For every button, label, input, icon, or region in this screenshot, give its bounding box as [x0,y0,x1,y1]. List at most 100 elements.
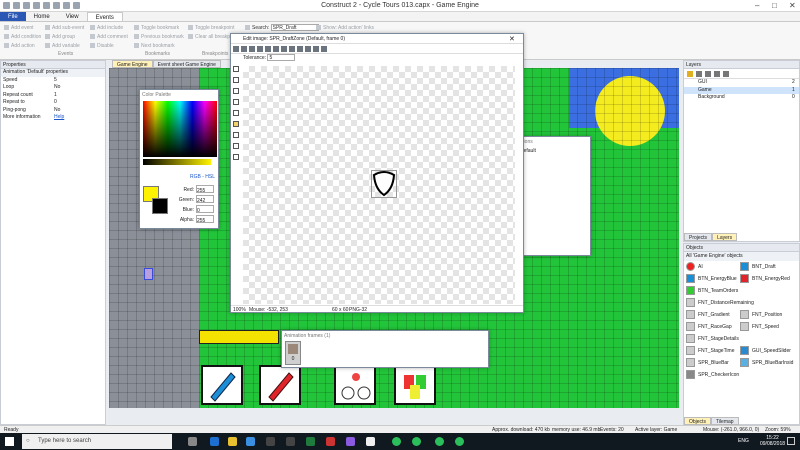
excel-icon[interactable] [306,437,315,446]
whatsapp-icon-2[interactable] [412,437,421,446]
zoom-out-icon[interactable] [313,46,319,52]
resize-icon[interactable] [321,46,327,52]
add-layer-icon[interactable] [687,71,693,77]
paste-icon[interactable] [273,46,279,52]
windows-start-icon[interactable] [5,437,14,446]
add-comment-button[interactable]: Add comment [90,33,128,42]
property-row[interactable]: Loop No [1,84,105,92]
move-down-icon[interactable] [723,71,729,77]
object-row[interactable]: SPR_BlueBar SPR_BlueBarInsid [684,357,799,369]
add-include-button[interactable]: Add include [90,24,128,33]
search-input[interactable]: SPR_Draft [270,24,319,31]
layer-row[interactable]: GUI 2 [684,79,799,87]
notifications-icon[interactable] [787,437,795,445]
property-row[interactable]: Speed 5 [1,77,105,85]
add-group-button[interactable]: Add group [45,33,84,42]
rectangle-tool-icon[interactable] [233,110,239,116]
next-bookmark-button[interactable]: Next bookmark [134,42,184,51]
layer-row[interactable]: Game 1 [684,86,799,94]
origin-tool-icon[interactable] [233,143,239,149]
object-row[interactable]: FNT_RaceGap FNT_Speed [684,321,799,333]
tab-view[interactable]: View [58,12,87,21]
yellow-bar-sprite[interactable] [199,330,279,344]
visibility-icon[interactable] [696,71,702,77]
close-button[interactable]: ✕ [789,1,796,10]
acrobat-icon[interactable] [326,437,335,446]
line-tool-icon[interactable] [233,99,239,105]
add-event-button[interactable]: Add event [4,24,41,33]
tab-tilemap[interactable]: Tilemap [710,417,739,425]
energy-red-button[interactable] [259,365,301,405]
color-spectrum[interactable] [143,101,217,157]
frame-thumbnail[interactable]: 0 [285,341,301,365]
rgb-hsl-toggle[interactable]: RGB - HSL [190,174,215,180]
tab-file[interactable]: File [0,12,26,21]
object-row[interactable]: FNT_StageTime GUI_SpeedSlider [684,345,799,357]
toggle-breakpoint-button[interactable]: Toggle breakpoint [188,24,234,33]
brightness-slider[interactable] [143,159,211,165]
object-row[interactable]: BTN_TeamOrders [684,285,799,297]
object-row[interactable]: FNT_DistanceRemaining [684,297,799,309]
disable-button[interactable]: Disable [90,42,128,51]
taskbar-clock[interactable]: 15:22 09/08/2018 [760,435,785,447]
brush-tool-icon[interactable] [233,88,239,94]
tab-event-sheet[interactable]: Event sheet Game Engine [152,60,221,68]
move-up-icon[interactable] [714,71,720,77]
whatsapp-icon-4[interactable] [455,437,464,446]
property-row[interactable]: Repeat count 1 [1,92,105,100]
color-picker-icon[interactable] [233,132,239,138]
tab-objects[interactable]: Objects [684,417,711,425]
tab-game-engine-layout[interactable]: Game Engine [112,60,153,68]
whatsapp-icon-3[interactable] [435,437,444,446]
add-condition-button[interactable]: Add condition [4,33,41,42]
previous-bookmark-button[interactable]: Previous bookmark [134,33,184,42]
unity-hub-icon[interactable] [286,437,295,446]
object-row[interactable]: SPR_CheckerIcon [684,369,799,381]
tab-layers[interactable]: Layers [712,233,738,241]
draft-button[interactable] [334,365,376,405]
background-color-swatch[interactable] [152,198,168,214]
layer-row[interactable]: Background 0 [684,94,799,102]
image-editor-close-button[interactable]: ✕ [509,35,515,43]
save-image-icon[interactable] [249,46,255,52]
property-row[interactable]: Repeat to 0 [1,99,105,107]
toggle-bookmark-button[interactable]: Toggle bookmark [134,24,184,33]
selected-draft-zone-instance[interactable] [144,268,153,280]
copy-icon[interactable] [257,46,263,52]
tab-events[interactable]: Events [86,12,123,21]
object-row[interactable]: AI BNT_Draft [684,261,799,273]
select-tool-icon[interactable] [233,66,239,72]
new-image-icon[interactable] [233,46,239,52]
green-input[interactable]: 242 [196,195,214,204]
flip-icon[interactable] [281,46,287,52]
help-link[interactable]: Help [54,114,64,122]
language-indicator[interactable]: ENG [738,438,749,444]
clear-breakpoints-button[interactable]: Clear all breakp... [188,33,234,42]
task-view-icon[interactable] [188,437,197,446]
tab-projects[interactable]: Projects [684,233,713,241]
chrome-icon[interactable] [246,437,255,446]
maximize-button[interactable]: □ [772,1,777,10]
team-orders-button[interactable] [394,365,436,405]
crop-icon[interactable] [297,46,303,52]
property-row[interactable]: Ping-pong No [1,107,105,115]
tolerance-input[interactable]: 5 [267,54,296,61]
taskbar-search-box[interactable]: ○ Type here to search [22,434,172,449]
construct-icon[interactable] [366,437,375,446]
energy-blue-button[interactable] [201,365,243,405]
object-row[interactable]: FNT_Gradient FNT_Position [684,309,799,321]
collision-polygon-icon[interactable] [233,154,239,160]
property-row[interactable]: More information Help [1,114,105,122]
lock-icon[interactable] [705,71,711,77]
fill-tool-icon[interactable] [233,121,239,127]
blue-input[interactable]: 0 [196,205,214,214]
zoom-in-icon[interactable] [305,46,311,52]
red-input[interactable]: 255 [196,185,214,194]
whatsapp-icon[interactable] [392,437,401,446]
visual-studio-icon[interactable] [346,437,355,446]
pencil-tool-icon[interactable] [233,77,239,83]
open-image-icon[interactable] [241,46,247,52]
image-canvas[interactable] [243,66,515,304]
add-action-button[interactable]: Add action [4,42,41,51]
tab-home[interactable]: Home [26,12,58,21]
